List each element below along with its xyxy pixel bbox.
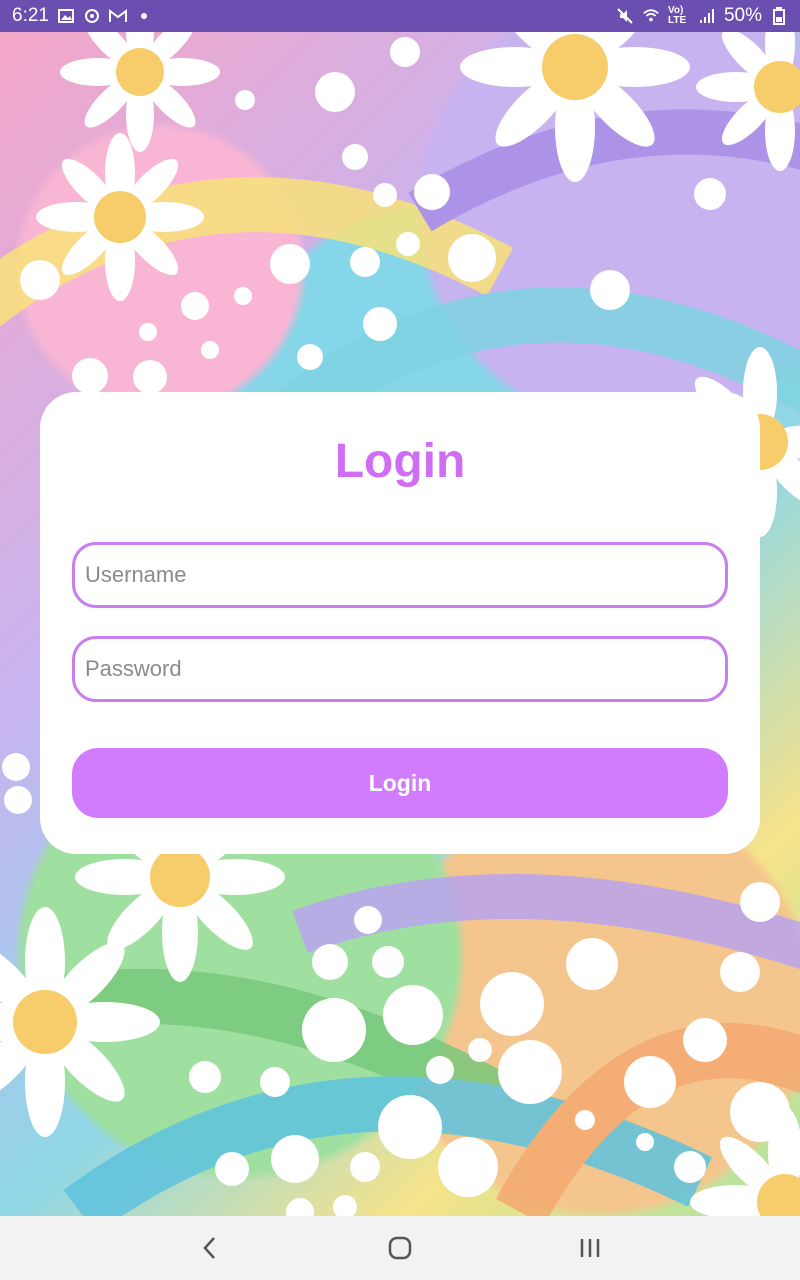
- dot-icon: [135, 7, 153, 25]
- network-label: Vo) LTE: [667, 5, 687, 26]
- username-field[interactable]: [72, 542, 728, 608]
- gmail-icon: [108, 7, 127, 25]
- mute-icon: [616, 7, 634, 25]
- signal-icon: [698, 7, 716, 25]
- password-field[interactable]: [72, 636, 728, 702]
- status-bar: 6:21 Vo) LTE 50%: [0, 0, 800, 32]
- recents-icon[interactable]: [570, 1228, 610, 1268]
- login-title: Login: [334, 435, 466, 488]
- home-icon[interactable]: [380, 1228, 420, 1268]
- navigation-bar: [0, 1216, 800, 1280]
- status-left: 6:21: [12, 5, 153, 27]
- username-input[interactable]: [83, 561, 725, 589]
- wifi-icon: [642, 7, 660, 25]
- clock: 6:21: [12, 5, 49, 26]
- login-card: Login Login: [40, 392, 760, 854]
- battery-percent: 50%: [723, 5, 762, 26]
- login-button[interactable]: Login: [72, 748, 728, 818]
- image-icon: [57, 7, 75, 25]
- battery-icon: [770, 7, 788, 25]
- back-icon[interactable]: [190, 1228, 230, 1268]
- sync-icon: [83, 7, 101, 25]
- status-right: Vo) LTE 50%: [616, 5, 788, 27]
- password-input[interactable]: [83, 655, 725, 683]
